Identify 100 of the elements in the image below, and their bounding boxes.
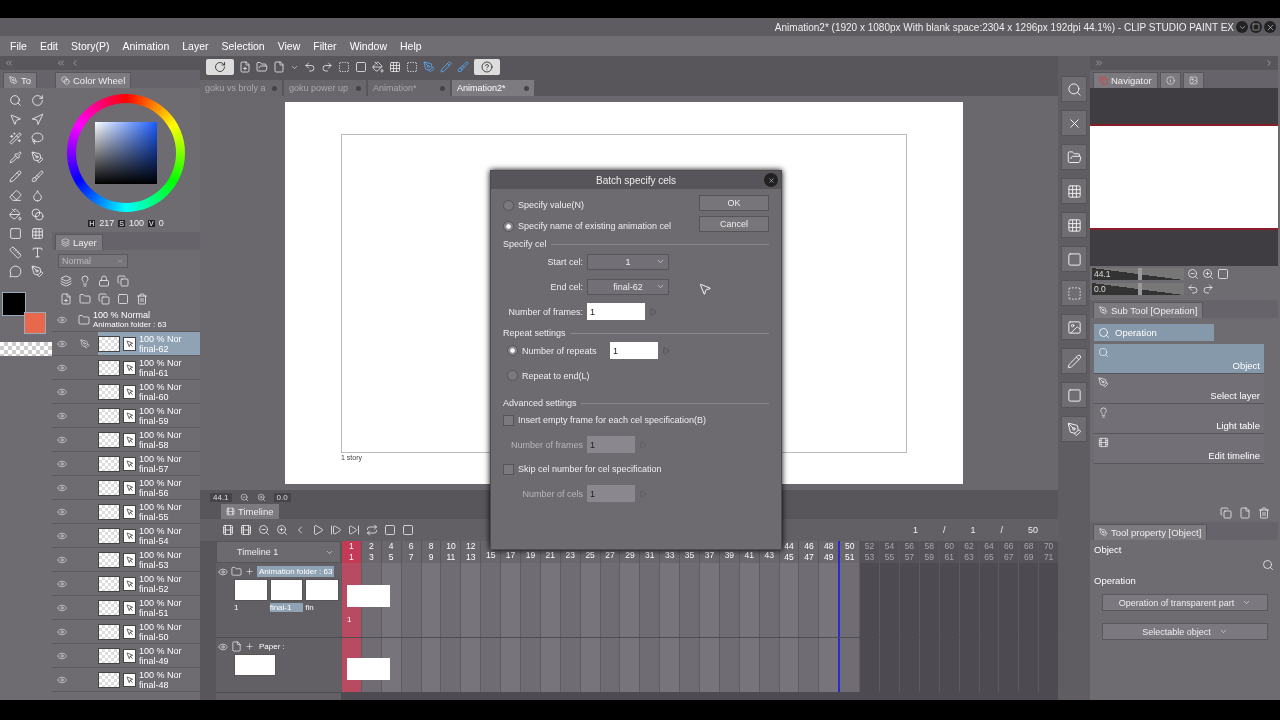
swirl-button[interactable] [206,59,234,75]
zoom-slider[interactable]: 44.1 [1092,267,1184,280]
pen-icon[interactable] [30,151,44,164]
layer-row[interactable]: 100 % Nor final-55 [98,500,200,523]
help-button[interactable] [474,59,500,75]
frame-ruler-cell[interactable]: 50 51 [838,541,860,563]
redo-icon[interactable] [321,61,333,73]
main-color-swatch[interactable] [2,292,26,316]
pen-icon[interactable] [423,61,435,73]
frame-ruler-cell[interactable]: 70 71 [1038,541,1058,563]
frame-ruler-cell[interactable]: 54 55 [879,541,899,563]
layer-row[interactable]: 100 % Nor final-49 [98,644,200,667]
eye-icon[interactable] [218,641,228,652]
grid-icon[interactable] [389,61,401,73]
ruler-icon[interactable] [8,246,22,259]
frame-ruler-cell[interactable]: 8 9 [420,541,441,563]
new-file-icon[interactable] [239,61,251,73]
fill-icon[interactable] [372,61,384,73]
zoom-out-icon[interactable] [239,493,249,502]
frame-ruler-cell[interactable]: 64 65 [978,541,999,563]
pencil-icon[interactable] [440,61,452,73]
panel-button[interactable] [1061,76,1087,102]
cel-thumbnail[interactable] [269,579,304,601]
panel-button[interactable] [1061,314,1087,340]
layer-row[interactable]: 100 % Nor final-50 [98,620,200,643]
frame-ruler-cell[interactable]: 56 57 [898,541,919,563]
frame-ruler-cell[interactable]: 66 67 [998,541,1019,563]
frame-ruler-cell[interactable]: 2 3 [360,541,381,563]
frame-ruler-cell[interactable]: 68 69 [1018,541,1039,563]
layer-row[interactable]: 100 % Nor final-56 [98,476,200,499]
input-field[interactable]: 1 [587,436,635,453]
cel-name[interactable]: final-1 [269,603,304,612]
layer-row[interactable]: 100 % Nor final-54 [98,524,200,547]
layer-row[interactable]: 100 % Nor final-61 [98,356,200,379]
panel-button[interactable] [1061,178,1087,204]
minimize-button[interactable] [1236,21,1248,33]
zoom-out-icon[interactable] [258,524,270,536]
eye-icon[interactable] [57,434,67,445]
panel-tab[interactable]: Tool property [Object] [1093,524,1208,540]
layer-row[interactable]: 100 % Nor final-52 [98,572,200,595]
end-cel-dropdown[interactable]: final-62 [587,278,669,295]
input-field[interactable]: 1 [587,485,635,502]
eye-icon[interactable] [57,506,67,517]
skip-end-icon[interactable] [348,524,360,536]
square-icon[interactable] [355,61,367,73]
eye-icon[interactable] [57,674,67,685]
transparent-swatch[interactable] [0,342,52,356]
search-icon[interactable] [1262,559,1274,571]
dashed-square-icon[interactable] [406,61,418,73]
panel-tab[interactable]: Sub Tool [Operation] [1093,302,1204,318]
slider-thumb[interactable] [1137,267,1142,280]
menu-item[interactable]: Story(P) [67,40,119,52]
wand-icon[interactable] [8,132,22,145]
expand-icon[interactable] [245,567,254,576]
cel-thumbnail[interactable] [234,579,268,601]
input-field[interactable]: 1 [587,303,645,320]
lasso-icon[interactable] [30,132,44,145]
cel-name[interactable]: fin [305,603,339,612]
eye-icon[interactable] [57,602,67,613]
eye-icon[interactable] [57,554,67,565]
menu-item[interactable]: Filter [309,40,346,52]
layer-folder-row[interactable]: 100 % Normal Animation folder : 63 [72,308,200,331]
panel-tab[interactable]: Color Wheel [55,72,132,88]
eye-icon[interactable] [57,458,67,469]
panel-button[interactable] [1061,382,1087,408]
text-icon[interactable] [30,246,44,259]
eraser-icon[interactable] [8,189,22,202]
brush-icon[interactable] [457,61,469,73]
panel-button[interactable] [1061,144,1087,170]
step-icon[interactable] [330,524,342,536]
maximize-button[interactable] [1250,21,1262,33]
eye-icon[interactable] [57,482,67,493]
eye-icon[interactable] [57,386,67,397]
panel-tab[interactable] [1182,72,1204,88]
property-dropdown[interactable]: Selectable object [1102,623,1268,640]
layer-row[interactable]: 100 % Nor final-48 [98,668,200,691]
rotate-left-icon[interactable] [1187,282,1199,295]
panel-button[interactable] [1061,416,1087,442]
radio-button[interactable] [507,370,518,381]
frame-icon[interactable] [30,227,44,240]
eye-icon[interactable] [57,626,67,637]
frame-ruler-cell[interactable]: 58 59 [918,541,939,563]
cel-thumbnail[interactable] [305,579,339,601]
balloon-icon[interactable] [8,265,22,278]
trash-icon[interactable] [136,293,148,305]
sub-tool-item[interactable]: Object [1094,344,1264,374]
panel-button[interactable] [1061,246,1087,272]
eye-icon[interactable] [57,650,67,661]
layer-row[interactable]: 100 % Nor final-53 [98,548,200,571]
layer-row[interactable]: 100 % Nor final-62 [98,332,200,355]
open-folder-icon[interactable] [256,61,268,73]
menu-item[interactable]: Animation [118,40,179,52]
frame-ruler-cell[interactable]: 46 47 [798,541,819,563]
menu-item[interactable]: Edit [35,40,67,52]
film-icon[interactable] [222,524,234,536]
page-icon[interactable] [273,61,285,73]
frame-ruler-cell[interactable]: 4 5 [380,541,401,563]
zoom-out-icon[interactable] [1187,267,1199,280]
frame-ruler-cell[interactable]: 60 61 [938,541,959,563]
menu-item[interactable]: File [6,40,36,52]
